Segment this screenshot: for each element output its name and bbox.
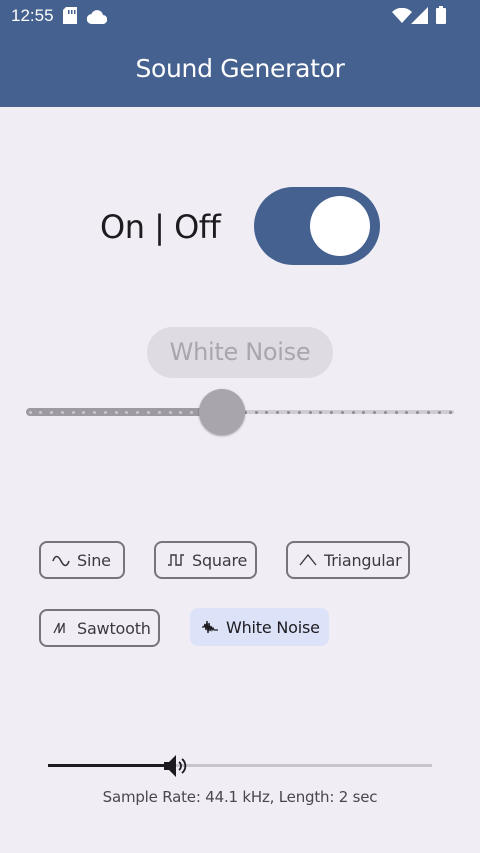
- frequency-slider-tick: [286, 410, 290, 414]
- chip-sine[interactable]: Sine: [39, 541, 125, 579]
- frequency-slider-tick: [179, 410, 183, 414]
- frequency-slider-tick: [437, 410, 441, 414]
- frequency-slider-tick: [394, 410, 398, 414]
- selected-wave-label: White Noise: [147, 327, 333, 378]
- chip-label: White Noise: [226, 617, 320, 637]
- chip-label: Triangular: [324, 550, 402, 570]
- frequency-slider-tick: [297, 410, 301, 414]
- frequency-slider-tick: [340, 410, 344, 414]
- frequency-slider-tick: [319, 410, 323, 414]
- rate-slider[interactable]: [48, 749, 432, 783]
- frequency-slider-tick: [276, 410, 280, 414]
- chip-sawtooth[interactable]: Sawtooth: [39, 609, 160, 647]
- frequency-slider-tick: [146, 410, 150, 414]
- rate-slider-active-track: [48, 764, 170, 767]
- frequency-slider-tick: [71, 410, 75, 414]
- rate-slider-inactive-track: [170, 764, 432, 767]
- battery-icon: [436, 6, 446, 28]
- signal-icon: [411, 7, 428, 28]
- status-bar: 12:55: [0, 0, 480, 32]
- app-title: Sound Generator: [135, 54, 345, 83]
- power-label: On | Off: [100, 208, 221, 246]
- chip-white-noise[interactable]: White Noise: [190, 608, 329, 646]
- frequency-slider-tick: [254, 410, 258, 414]
- frequency-slider-tick: [103, 410, 107, 414]
- wifi-icon: [392, 7, 412, 27]
- power-switch[interactable]: [254, 187, 380, 265]
- frequency-slider-tick: [28, 410, 32, 414]
- chip-label: Sawtooth: [77, 618, 151, 638]
- frequency-slider-tick: [383, 410, 387, 414]
- frequency-slider-tick: [50, 410, 54, 414]
- frequency-slider-tick: [190, 410, 194, 414]
- cloud-icon: [86, 9, 108, 28]
- status-time: 12:55: [11, 6, 54, 25]
- frequency-slider-tick: [373, 410, 377, 414]
- square-wave-icon: [166, 550, 186, 570]
- chip-label: Sine: [77, 550, 111, 570]
- frequency-slider-tick: [168, 410, 172, 414]
- sawtooth-wave-icon: [51, 618, 71, 638]
- frequency-slider-tick: [114, 410, 118, 414]
- frequency-slider-tick: [426, 410, 430, 414]
- app-bar: Sound Generator: [0, 32, 480, 107]
- frequency-slider[interactable]: [26, 389, 454, 435]
- chip-square[interactable]: Square: [154, 541, 257, 579]
- noise-wave-icon: [200, 617, 220, 637]
- frequency-slider-thumb[interactable]: [199, 389, 245, 435]
- triangle-wave-icon: [298, 550, 318, 570]
- frequency-slider-tick: [351, 410, 355, 414]
- frequency-slider-tick: [157, 410, 161, 414]
- chip-triangular[interactable]: Triangular: [286, 541, 410, 579]
- frequency-slider-tick: [39, 410, 43, 414]
- sd-card-icon: [63, 7, 77, 28]
- frequency-slider-tick: [448, 410, 452, 414]
- frequency-slider-tick: [308, 410, 312, 414]
- speaker-icon[interactable]: [160, 751, 190, 781]
- power-switch-thumb[interactable]: [310, 196, 370, 256]
- frequency-slider-tick: [330, 410, 334, 414]
- frequency-slider-tick: [136, 410, 140, 414]
- sample-info-text: Sample Rate: 44.1 kHz, Length: 2 sec: [102, 788, 378, 806]
- frequency-slider-tick: [93, 410, 97, 414]
- frequency-slider-tick: [416, 410, 420, 414]
- sine-wave-icon: [51, 550, 71, 570]
- frequency-slider-tick: [60, 410, 64, 414]
- chip-label: Square: [192, 550, 248, 570]
